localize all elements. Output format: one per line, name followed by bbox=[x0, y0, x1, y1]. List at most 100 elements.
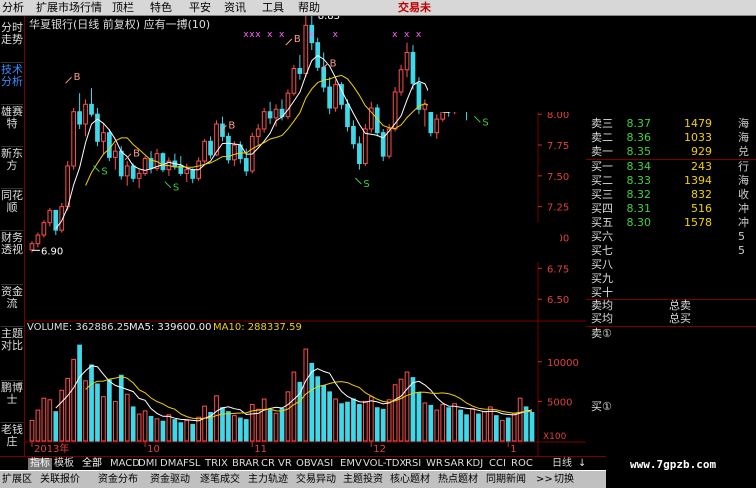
volume-bar bbox=[136, 413, 142, 442]
candle-body bbox=[29, 243, 35, 251]
candle-body bbox=[434, 118, 440, 134]
candle-body bbox=[345, 103, 350, 128]
menu-news[interactable]: 资讯 bbox=[224, 1, 246, 14]
ext-hot-topic[interactable]: 热点题材 bbox=[438, 473, 478, 486]
sell-circle-label[interactable]: 卖① bbox=[591, 327, 612, 340]
candle-body bbox=[71, 111, 76, 167]
bid-row[interactable]: 买七 5 bbox=[586, 243, 756, 258]
indicator-asi[interactable]: ASI bbox=[317, 458, 333, 470]
ext-main-force-track[interactable]: 主力轨迹 bbox=[248, 473, 288, 486]
ext-same-period-news[interactable]: 同期新闻 bbox=[486, 473, 526, 486]
period-down-arrow[interactable]: ↓ bbox=[578, 458, 586, 470]
total-sell-label: 总卖 bbox=[669, 299, 691, 312]
bid-extra: 5 bbox=[738, 244, 745, 257]
volume-bar bbox=[309, 362, 315, 442]
volume-tick-label: 5000 bbox=[547, 397, 572, 408]
indicator-emv[interactable]: EMV bbox=[340, 458, 362, 470]
sidebar-item-technical[interactable]: 技术分析 bbox=[1, 64, 23, 105]
menu-features[interactable]: 特色 bbox=[150, 1, 172, 14]
ext-extension-area[interactable]: 扩展区 bbox=[2, 473, 32, 486]
buy-circle-label[interactable]: 买① bbox=[591, 400, 612, 413]
ext-theme-investment[interactable]: 主题投资 bbox=[343, 473, 383, 486]
sidebar-item-pengboshi[interactable]: 鹏博士 bbox=[1, 382, 23, 423]
volume-bar bbox=[77, 344, 82, 442]
high-price-label: 8.83 bbox=[318, 16, 340, 22]
indicator-dmi[interactable]: DMI bbox=[138, 458, 157, 470]
date-tick-label: 10 bbox=[147, 444, 160, 455]
menu-extended-market[interactable]: 扩展市场行情 bbox=[36, 1, 102, 14]
sidebar-item-xiongsaite[interactable]: 雄赛特 bbox=[1, 106, 23, 147]
indicator-dma[interactable]: DMA bbox=[160, 458, 183, 470]
bid-extra: 收 bbox=[738, 188, 749, 201]
indicator-fsl[interactable]: FSL bbox=[183, 458, 201, 470]
candle-body bbox=[41, 222, 47, 236]
indicator-rsi[interactable]: RSI bbox=[405, 458, 421, 470]
indicator-brar[interactable]: BRAR bbox=[232, 458, 259, 470]
sidebar-item-theme-compare[interactable]: 主题对比 bbox=[1, 328, 23, 381]
volume-bar bbox=[95, 383, 100, 442]
ext-fund-driver[interactable]: 资金驱动 bbox=[150, 473, 190, 486]
buy-signal-label: B bbox=[294, 34, 301, 45]
candle-body bbox=[255, 128, 261, 137]
tab-all[interactable]: 全部 bbox=[82, 458, 102, 470]
ext-more[interactable]: >> bbox=[536, 473, 553, 486]
indicator-macd[interactable]: MACD bbox=[110, 458, 140, 470]
candle-body bbox=[136, 172, 142, 179]
bid-row[interactable]: 买四 8.31 516 冲 bbox=[586, 201, 756, 216]
menu-trade-brand[interactable]: 交易未 bbox=[398, 1, 431, 14]
menu-help[interactable]: 帮助 bbox=[298, 1, 320, 14]
tab-template[interactable]: 模板 bbox=[54, 458, 74, 470]
volume-bar bbox=[351, 398, 356, 442]
volume-bar bbox=[386, 399, 392, 442]
candle-body bbox=[291, 68, 297, 94]
volume-bar bbox=[83, 380, 88, 442]
volume-bar bbox=[255, 408, 261, 442]
menu-top-bar[interactable]: 顶栏 bbox=[112, 1, 134, 14]
sidebar-item-fund-flow[interactable]: 资金流 bbox=[1, 286, 23, 327]
tab-indicator[interactable]: 指标 bbox=[28, 458, 52, 470]
blank-overlay bbox=[195, 222, 560, 262]
indicator-trix[interactable]: TRIX bbox=[205, 458, 228, 470]
indicator-roc[interactable]: ROC bbox=[511, 458, 533, 470]
ext-tick-trades[interactable]: 逐笔成交 bbox=[200, 473, 240, 486]
bid-row[interactable]: 买五 8.30 1578 冲 bbox=[586, 215, 756, 230]
bid-row[interactable]: 买九 bbox=[586, 271, 756, 286]
indicator-wr[interactable]: WR bbox=[426, 458, 443, 470]
indicator-sar[interactable]: SAR bbox=[444, 458, 464, 470]
indicator-cci[interactable]: CCI bbox=[489, 458, 506, 470]
price-tick-label: 7.50 bbox=[547, 172, 569, 183]
indicator-vr[interactable]: VR bbox=[278, 458, 292, 470]
menu-analysis[interactable]: 分析 bbox=[2, 1, 24, 14]
volume-bar bbox=[464, 414, 469, 442]
signal-marker: x bbox=[404, 30, 410, 40]
ext-switch[interactable]: 切换 bbox=[554, 473, 574, 486]
candle-body bbox=[398, 69, 404, 93]
indicator-cr[interactable]: CR bbox=[261, 458, 275, 470]
indicator-obv[interactable]: OBV bbox=[296, 458, 317, 470]
ask-row[interactable]: 卖二 8.36 1033 海 bbox=[586, 130, 756, 145]
menu-tools[interactable]: 工具 bbox=[262, 1, 284, 14]
ext-trade-anomaly[interactable]: 交易异动 bbox=[296, 473, 336, 486]
menu-pingan[interactable]: 平安 bbox=[189, 1, 211, 14]
sidebar-item-xindongfang[interactable]: 新东方 bbox=[1, 148, 23, 189]
bid-row[interactable]: 买六 5 bbox=[586, 229, 756, 244]
ext-core-topic[interactable]: 核心题材 bbox=[390, 473, 430, 486]
bid-row[interactable]: 买八 bbox=[586, 257, 756, 272]
period-daily[interactable]: 日线 bbox=[552, 458, 572, 470]
ext-related-quote[interactable]: 关联报价 bbox=[40, 473, 80, 486]
bid-row[interactable]: 买十 bbox=[586, 285, 756, 300]
sidebar-item-finance[interactable]: 财务透视 bbox=[1, 232, 23, 285]
ask-extra: 兑 bbox=[738, 145, 749, 158]
ext-fund-distribution[interactable]: 资金分布 bbox=[98, 473, 138, 486]
indicator-vol-tdx[interactable]: VOL-TDX bbox=[363, 458, 406, 470]
ask-row[interactable]: 卖三 8.37 1479 海 bbox=[586, 116, 756, 131]
volume-bar bbox=[499, 419, 505, 442]
bid-row[interactable]: 买二 8.33 1394 海 bbox=[586, 173, 756, 188]
sidebar-item-tonghuashun[interactable]: 同花顺 bbox=[1, 190, 23, 231]
ask-row[interactable]: 卖一 8.35 929 兑 bbox=[586, 144, 756, 159]
indicator-kdj[interactable]: KDJ bbox=[466, 458, 483, 470]
volume-bar bbox=[202, 405, 207, 442]
sidebar-item-intraday[interactable]: 分时走势 bbox=[1, 22, 23, 63]
bid-row[interactable]: 买一 8.34 243 行 bbox=[586, 159, 756, 174]
bid-row[interactable]: 买三 8.32 832 收 bbox=[586, 187, 756, 202]
